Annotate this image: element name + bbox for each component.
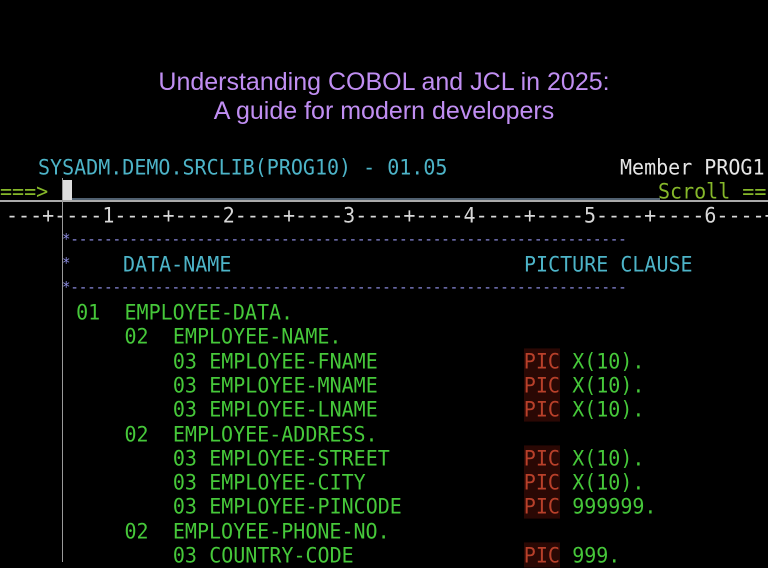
data-item-name: COUNTRY-CODE <box>209 542 354 568</box>
comment-dash-line: *---------------------------------------… <box>62 279 627 297</box>
level-number: 03 <box>172 542 197 568</box>
pic-keyword: PIC <box>523 445 560 471</box>
level-number: 03 <box>172 372 197 398</box>
data-item-name: EMPLOYEE-PINCODE <box>209 493 402 519</box>
level-number: 03 <box>172 469 197 495</box>
pic-keyword: PIC <box>523 469 560 495</box>
level-number: 01 <box>76 299 101 325</box>
dataset-name: SYSADM.DEMO.SRCLIB(PROG10) - 01.05 <box>38 154 448 180</box>
pic-value: 999. <box>572 542 621 568</box>
level-number: 03 <box>172 347 197 374</box>
text-cursor <box>62 180 72 201</box>
data-item-name: EMPLOYEE-DATA. <box>124 299 294 325</box>
data-item-name: EMPLOYEE-PHONE-NO. <box>172 518 390 544</box>
overlay-title-line2: A guide for modern developers <box>213 97 555 125</box>
pic-keyword: PIC <box>523 542 560 568</box>
data-item-name: EMPLOYEE-CITY <box>209 469 366 495</box>
pic-keyword: PIC <box>523 347 560 374</box>
data-item-name: EMPLOYEE-FNAME <box>209 347 378 374</box>
pic-value: 999999. <box>572 493 657 519</box>
pic-keyword: PIC <box>523 493 560 519</box>
pic-keyword: PIC <box>523 396 560 422</box>
level-number: 03 <box>172 445 197 471</box>
comment-star: * <box>62 255 71 273</box>
data-item-name: EMPLOYEE-LNAME <box>209 396 378 422</box>
comment-picture-clause: PICTURE CLAUSE <box>524 251 693 277</box>
level-number: 02 <box>124 323 149 349</box>
column-ruler: ---+----1----+----2----+----3----+----4-… <box>6 202 768 228</box>
pic-value: X(10). <box>572 372 645 398</box>
data-item-name: EMPLOYEE-MNAME <box>209 372 378 398</box>
comment-data-name: DATA-NAME <box>123 251 232 277</box>
data-item-name: EMPLOYEE-STREET <box>209 445 390 471</box>
level-number: 02 <box>124 518 149 544</box>
margin-line <box>62 178 63 562</box>
pic-value: X(10). <box>572 347 645 374</box>
data-item-name: EMPLOYEE-NAME. <box>172 323 342 349</box>
level-number: 03 <box>172 493 197 519</box>
pic-value: X(10). <box>572 469 645 495</box>
level-number: 02 <box>124 420 149 447</box>
level-number: 03 <box>172 396 197 422</box>
pic-value: X(10). <box>572 445 645 471</box>
comment-dash-line: *---------------------------------------… <box>62 231 627 249</box>
data-item-name: EMPLOYEE-ADDRESS. <box>172 420 378 447</box>
member-name: Member PROG1 <box>620 154 765 180</box>
overlay-title-line1: Understanding COBOL and JCL in 2025: <box>158 68 610 96</box>
pic-keyword: PIC <box>523 372 560 398</box>
pic-value: X(10). <box>572 396 645 422</box>
